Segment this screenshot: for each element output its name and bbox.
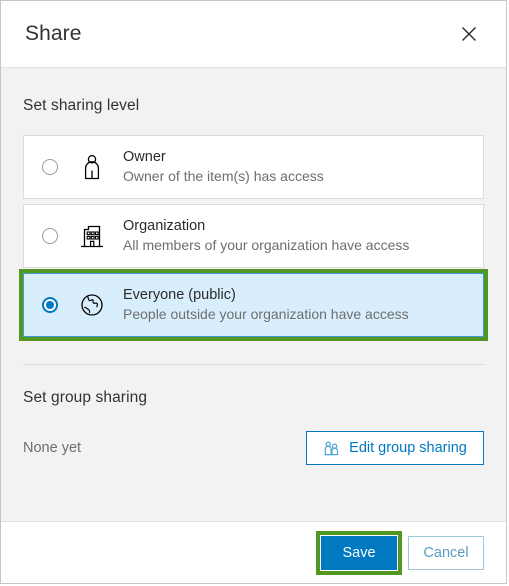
sharing-option-label: Owner xyxy=(123,149,166,166)
sharing-option-owner-text: Owner Owner of the item(s) has access xyxy=(123,148,324,186)
radio-organization[interactable] xyxy=(42,228,58,244)
sharing-option-everyone-text: Everyone (public) People outside your or… xyxy=(123,286,409,324)
sharing-option-label: Everyone (public) xyxy=(123,287,236,304)
group-people-icon xyxy=(323,440,340,457)
person-icon xyxy=(79,153,105,181)
sharing-level-list: Owner Owner of the item(s) has access Or… xyxy=(19,135,488,341)
group-sharing-row: None yet Edit group sharing xyxy=(23,431,484,465)
sharing-option-description: People outside your organization have ac… xyxy=(123,306,409,323)
cancel-button[interactable]: Cancel xyxy=(408,535,484,570)
page-title: Share xyxy=(25,22,82,45)
radio-owner[interactable] xyxy=(42,159,58,175)
sharing-option-label: Organization xyxy=(123,218,206,235)
share-dialog: Share Set sharing level Owner Owner of t… xyxy=(0,0,507,584)
sharing-option-organization[interactable]: Organization All members of your organiz… xyxy=(23,204,484,268)
sharing-level-heading: Set sharing level xyxy=(23,97,140,114)
save-button[interactable]: Save xyxy=(316,530,402,575)
edit-group-sharing-label: Edit group sharing xyxy=(349,440,467,456)
dialog-header: Share xyxy=(1,1,506,68)
radio-everyone[interactable] xyxy=(42,297,58,313)
group-sharing-heading: Set group sharing xyxy=(23,389,148,406)
group-sharing-status: None yet xyxy=(23,440,82,456)
globe-icon xyxy=(79,291,105,319)
dialog-footer: Save Cancel xyxy=(1,521,506,583)
close-icon[interactable] xyxy=(454,19,484,49)
building-icon xyxy=(79,222,105,250)
sharing-option-everyone[interactable]: Everyone (public) People outside your or… xyxy=(19,269,488,341)
sharing-option-description: All members of your organization have ac… xyxy=(123,237,410,254)
edit-group-sharing-button[interactable]: Edit group sharing xyxy=(306,431,484,465)
sharing-option-organization-text: Organization All members of your organiz… xyxy=(123,217,409,255)
dialog-body: Set sharing level Owner Owner of the ite… xyxy=(1,68,506,521)
sharing-option-description: Owner of the item(s) has access xyxy=(123,168,324,185)
sharing-option-owner[interactable]: Owner Owner of the item(s) has access xyxy=(23,135,484,199)
